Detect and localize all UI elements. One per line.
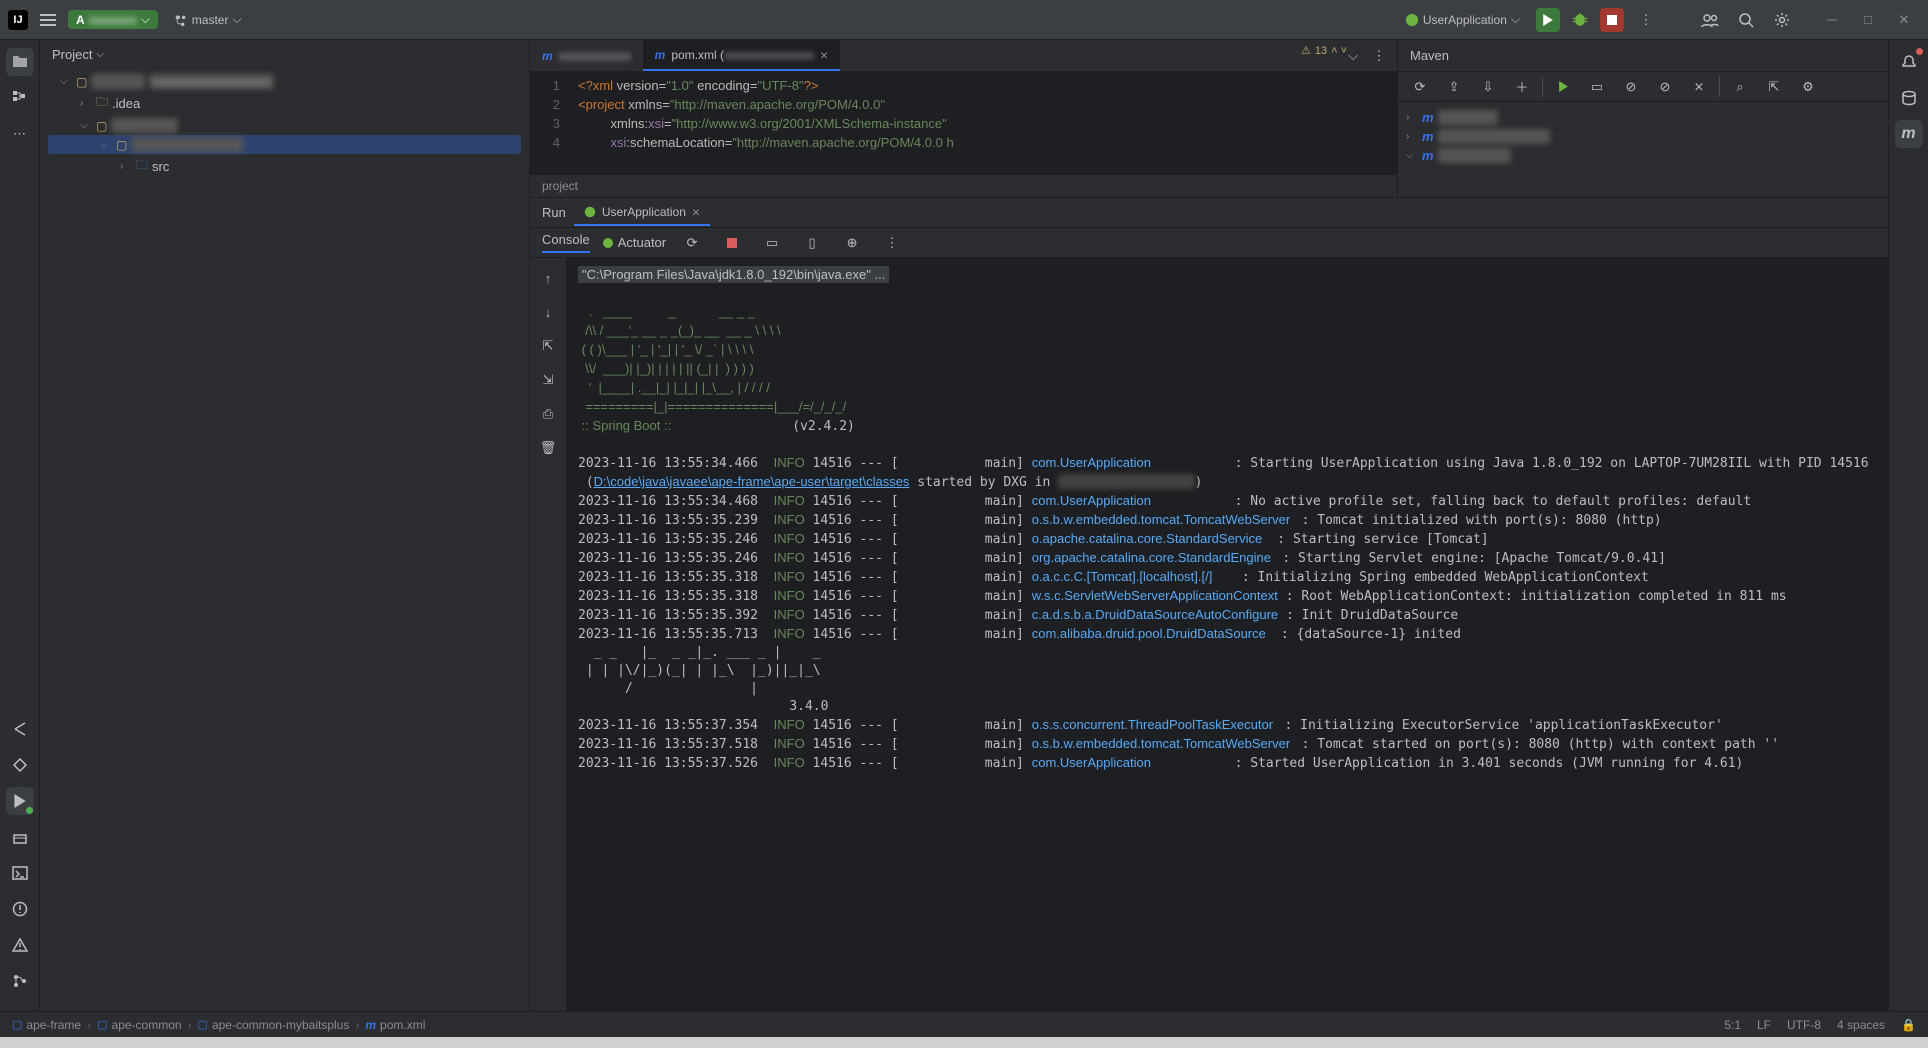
maven-skip-tests-button[interactable]: ⊘ — [1651, 73, 1679, 101]
warnings-tool-button[interactable] — [6, 931, 34, 959]
run-title: Run — [542, 205, 566, 220]
crumb-2[interactable]: ▢ape-common — [97, 1018, 181, 1032]
editor-breadcrumb[interactable]: project — [530, 175, 1397, 197]
debug-button[interactable] — [1568, 8, 1592, 32]
console-tab[interactable]: Console — [542, 232, 590, 253]
scroll-down-button[interactable]: ↓ — [534, 298, 562, 326]
crumb-4[interactable]: mpom.xml — [365, 1018, 425, 1032]
run-config-selector[interactable]: UserApplication ⌵ — [1397, 8, 1528, 31]
services-tool-button[interactable] — [6, 751, 34, 779]
maven-add-button[interactable]: ＋ — [1508, 73, 1536, 101]
stop-run-button[interactable] — [718, 229, 746, 257]
maven-find-button[interactable]: ⌕ — [1726, 73, 1754, 101]
line-separator[interactable]: LF — [1757, 1018, 1771, 1032]
left-tool-stripe: ⋯ — [0, 40, 40, 1011]
editor-tabs: mxxxxxxxxxxxx m pom.xml (xxxxxxxxxxxxxxx… — [530, 40, 1397, 72]
build-tool-button[interactable] — [6, 823, 34, 851]
scroll-up-button[interactable]: ↑ — [534, 264, 562, 292]
maximize-button[interactable]: □ — [1852, 8, 1884, 32]
close-tab-icon[interactable]: × — [820, 47, 828, 63]
close-run-tab-icon[interactable]: × — [692, 204, 700, 220]
main-menu-button[interactable] — [36, 10, 60, 30]
soft-wrap-button[interactable]: ⇱ — [534, 332, 562, 360]
rerun-button[interactable]: ⟳ — [678, 229, 706, 257]
maven-tool-button[interactable]: m — [1895, 120, 1923, 148]
maven-settings-button[interactable]: ⚙ — [1794, 73, 1822, 101]
cursor-position[interactable]: 5:1 — [1724, 1018, 1741, 1032]
maven-execute-button[interactable]: ▭ — [1583, 73, 1611, 101]
console-output[interactable]: "C:\Program Files\Java\jdk1.8.0_192\bin\… — [566, 258, 1888, 1011]
project-panel-header[interactable]: Project ⌵ — [40, 40, 529, 68]
status-bar: ▢ape-frame › ▢ape-common › ▢ape-common-m… — [0, 1011, 1928, 1037]
indent-info[interactable]: 4 spaces — [1837, 1018, 1885, 1032]
terminal-tool-button[interactable] — [6, 859, 34, 887]
run-more-button[interactable]: ⋮ — [878, 229, 906, 257]
layout-button[interactable]: ▭ — [758, 229, 786, 257]
vcs-tool-button[interactable] — [6, 967, 34, 995]
structure-tool-button[interactable] — [6, 84, 34, 112]
tree-idea-folder[interactable]: ›🗀 .idea — [48, 91, 521, 116]
maven-generate-button[interactable]: ⇪ — [1440, 73, 1468, 101]
tree-root[interactable]: ⌵▢ xxxxxxx xxxxxxxxxxxxxxxxxx — [48, 72, 521, 91]
run-config-tab[interactable]: UserApplication × — [574, 200, 710, 226]
maven-panel: Maven ⟳ ⇪ ⇩ ＋ ▭ ⊘ ⊘ ⨯ ⌕ ⇱ ⚙ — [1398, 40, 1888, 197]
search-button[interactable] — [1732, 6, 1760, 34]
tab-more-button[interactable]: ⋮ — [1369, 42, 1389, 70]
close-window-button[interactable]: ✕ — [1888, 8, 1920, 32]
maven-item-2[interactable]: ›m xxxxxxxxxxxxxxxx — [1406, 127, 1880, 146]
os-taskbar-sliver — [0, 1037, 1928, 1048]
tree-module-2[interactable]: ⌵▢ xxxxxxxxxxxxxxxx — [48, 135, 521, 154]
run-tool-button[interactable] — [6, 787, 34, 815]
settings-button[interactable] — [1768, 6, 1796, 34]
maven-run-button[interactable] — [1549, 73, 1577, 101]
run-button[interactable] — [1536, 8, 1560, 32]
maven-item-3[interactable]: ⌵m xxxxxxxxxx — [1406, 146, 1880, 165]
editor-tab-2[interactable]: m pom.xml (xxxxxxxxxxxxxxx × — [643, 40, 841, 71]
right-tool-stripe: m — [1888, 40, 1928, 1011]
scroll-to-end-button[interactable]: ⇲ — [534, 366, 562, 394]
database-tool-button[interactable] — [1895, 84, 1923, 112]
tree-src-folder[interactable]: ›🗀 src — [48, 154, 521, 179]
maven-download-button[interactable]: ⇩ — [1474, 73, 1502, 101]
notifications-button[interactable] — [1895, 48, 1923, 76]
layout2-button[interactable]: ▯ — [798, 229, 826, 257]
app-icon: IJ — [8, 10, 28, 30]
code-with-me-button[interactable] — [1696, 6, 1724, 34]
editor-gutter: 1234 — [530, 72, 570, 175]
maven-panel-title: Maven — [1398, 40, 1888, 72]
editor-tab-1[interactable]: mxxxxxxxxxxxx — [530, 40, 643, 71]
crumb-1[interactable]: ▢ape-frame — [12, 1018, 81, 1032]
maven-refresh-button[interactable]: ⟳ — [1406, 73, 1434, 101]
branch-icon — [174, 13, 188, 27]
actuator-tab[interactable]: Actuator — [602, 235, 666, 250]
more-actions-button[interactable]: ⋮ — [1632, 6, 1660, 34]
branch-name: master — [192, 13, 229, 27]
run-side-toolbar: ↑ ↓ ⇱ ⇲ ⎙ 🗑 — [530, 258, 566, 1011]
file-encoding[interactable]: UTF-8 — [1787, 1018, 1821, 1032]
run-panel: Run UserApplication × Console Actuator ⟳… — [530, 198, 1888, 1011]
titlebar: IJ Axxxxxxxx ⌵ master ⌵ UserApplication … — [0, 0, 1928, 40]
spring-icon — [1405, 13, 1419, 27]
tree-module-1[interactable]: ⌵▢ xxxxxxxxx — [48, 116, 521, 135]
readonly-lock-icon[interactable]: 🔒 — [1901, 1018, 1916, 1032]
print-button[interactable]: ⎙ — [534, 400, 562, 428]
maven-collapse-button[interactable]: ⨯ — [1685, 73, 1713, 101]
project-tool-button[interactable] — [6, 48, 34, 76]
stop-button[interactable] — [1600, 8, 1624, 32]
editor-content[interactable]: <?xml version="1.0" encoding="UTF-8"?> <… — [570, 72, 1397, 175]
maven-toggle-offline-button[interactable]: ⊘ — [1617, 73, 1645, 101]
more-tools-button[interactable]: ⋯ — [6, 120, 34, 148]
clear-button[interactable]: 🗑 — [534, 434, 562, 462]
problems-tool-button[interactable] — [6, 895, 34, 923]
maven-expand-button[interactable]: ⇱ — [1760, 73, 1788, 101]
vcs-branch[interactable]: master ⌵ — [166, 8, 250, 31]
minimize-button[interactable]: ─ — [1816, 8, 1848, 32]
crumb-3[interactable]: ▢ape-common-mybaitsplus — [198, 1018, 350, 1032]
project-selector[interactable]: Axxxxxxxx ⌵ — [68, 10, 158, 29]
bookmarks-tool-button[interactable] — [6, 715, 34, 743]
pin-button[interactable]: ⊕ — [838, 229, 866, 257]
maven-item-1[interactable]: ›m xxxxxxxx — [1406, 108, 1880, 127]
project-panel: Project ⌵ ⌵▢ xxxxxxx xxxxxxxxxxxxxxxxxx … — [40, 40, 530, 1011]
